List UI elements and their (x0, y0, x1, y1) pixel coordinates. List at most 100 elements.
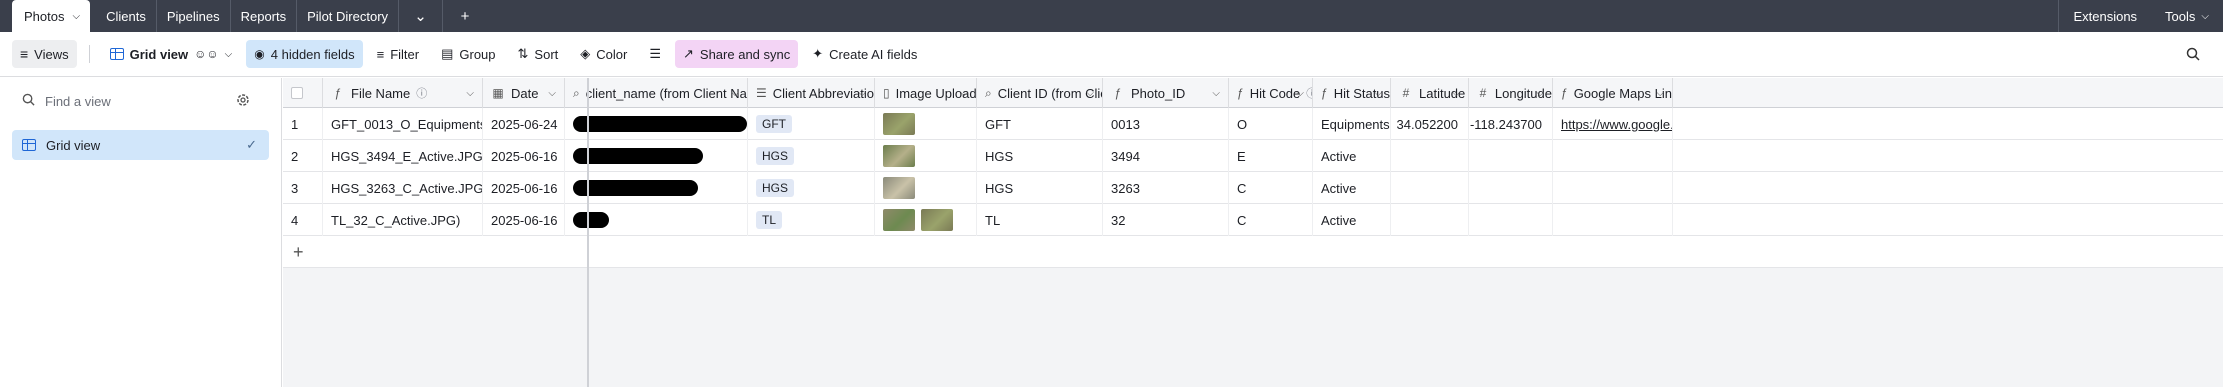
client-name-cell[interactable] (565, 140, 748, 172)
column-header[interactable]: ▦ Date ⌵ (483, 78, 565, 108)
google-maps-link-cell[interactable]: https://www.google.c (1553, 108, 1673, 140)
client-name-cell[interactable] (565, 108, 748, 140)
chevron-down-icon[interactable]: ⌵ (1212, 88, 1220, 99)
search-icon[interactable] (2183, 44, 2203, 64)
column-header[interactable]: ▯Image Uploadⓘ⌵ (875, 78, 977, 108)
sort-button[interactable]: ⇅ Sort (510, 40, 567, 68)
hit-status-cell[interactable]: Active (1313, 204, 1391, 236)
client-name-cell[interactable] (565, 204, 748, 236)
hit-status-cell[interactable]: Equipments (1313, 108, 1391, 140)
row-number-cell[interactable]: 4 (283, 204, 323, 236)
tab-pilot-directory[interactable]: Pilot Directory (297, 0, 400, 32)
column-header[interactable]: ƒ Google Maps Link ⌵ (1553, 78, 1673, 108)
row-number-cell[interactable]: 1 (283, 108, 323, 140)
client-id-cell[interactable]: TL (977, 204, 1103, 236)
table-row[interactable]: 1 GFT_0013_O_EquipmentsJPG) 2025-06-24 GFT G… (283, 108, 2223, 140)
longitude-cell[interactable] (1469, 140, 1553, 172)
more-tables-chevron-icon[interactable]: ⌄ (399, 0, 444, 32)
image-thumbnail[interactable] (921, 209, 953, 231)
view-switcher-button[interactable]: Grid view ☺☺ ⌵ (102, 40, 241, 68)
chevron-down-icon[interactable]: ⌵ (1086, 88, 1094, 99)
longitude-cell[interactable] (1469, 172, 1553, 204)
chevron-down-icon[interactable]: ⌵ (1656, 88, 1664, 99)
chevron-down-icon[interactable]: ⌵ (1374, 88, 1382, 99)
image-thumbnail[interactable] (883, 113, 915, 135)
column-header[interactable]: # Latitude ⌵ (1391, 78, 1469, 108)
select-all-checkbox[interactable] (283, 78, 323, 108)
sidebar-view-grid[interactable]: Grid view ✓ (12, 130, 269, 160)
table-row[interactable]: 2 HGS_3494_E_Active.JPG) 2025-06-16 HGS HGS 3… (283, 140, 2223, 172)
photo-id-cell[interactable]: 3263 (1103, 172, 1229, 204)
client-abbreviation-cell[interactable]: TL (748, 204, 875, 236)
column-header[interactable]: # Longitude ⌵ (1469, 78, 1553, 108)
chevron-down-icon[interactable]: ⌵ (1452, 88, 1460, 99)
chevron-down-icon[interactable]: ⌵ (858, 88, 866, 99)
tools-button[interactable]: Tools ⌵ (2151, 0, 2223, 32)
column-header[interactable]: ƒ File Name ⓘ ⌵ (323, 78, 483, 108)
chevron-down-icon[interactable]: ⌵ (466, 88, 474, 99)
file-name-cell[interactable]: GFT_0013_O_EquipmentsJPG) (323, 108, 483, 140)
chevron-down-icon[interactable]: ⌵ (72, 11, 80, 22)
longitude-cell[interactable] (1469, 204, 1553, 236)
google-maps-link-cell[interactable] (1553, 204, 1673, 236)
row-number-cell[interactable]: 2 (283, 140, 323, 172)
image-upload-cell[interactable] (875, 108, 977, 140)
filter-button[interactable]: ≡ Filter (369, 40, 427, 68)
checkbox[interactable] (291, 87, 303, 99)
views-button[interactable]: ≡ Views (12, 40, 77, 68)
image-upload-cell[interactable] (875, 140, 977, 172)
latitude-cell[interactable] (1391, 140, 1469, 172)
find-view-field[interactable]: Find a view (22, 88, 262, 114)
google-maps-link-cell[interactable] (1553, 140, 1673, 172)
longitude-cell[interactable]: -118.243700 (1469, 108, 1553, 140)
hit-code-cell[interactable]: C (1229, 204, 1313, 236)
date-cell[interactable]: 2025-06-24 (483, 108, 565, 140)
hit-code-cell[interactable]: O (1229, 108, 1313, 140)
client-id-cell[interactable]: HGS (977, 140, 1103, 172)
photo-id-cell[interactable]: 32 (1103, 204, 1229, 236)
latitude-cell[interactable] (1391, 172, 1469, 204)
color-button[interactable]: ◈ Color (572, 40, 635, 68)
add-record-row[interactable]: + (283, 236, 2223, 268)
add-table-icon[interactable]: + (443, 0, 487, 32)
info-icon[interactable]: ⓘ (416, 85, 427, 101)
column-header[interactable]: ☰Client Abbreviationⓘ⌵ (748, 78, 875, 108)
image-thumbnail[interactable] (883, 177, 915, 199)
client-abbreviation-cell[interactable]: HGS (748, 172, 875, 204)
gear-icon[interactable] (235, 92, 251, 108)
chevron-down-icon[interactable]: ⌵ (731, 88, 739, 99)
chevron-down-icon[interactable]: ⌵ (548, 88, 556, 99)
column-header[interactable]: ƒ Hit Code ⓘ⌵ (1229, 78, 1313, 108)
image-upload-cell[interactable] (875, 172, 977, 204)
client-id-cell[interactable]: GFT (977, 108, 1103, 140)
google-maps-link[interactable]: https://www.google.c (1561, 117, 1672, 132)
extensions-button[interactable]: Extensions (2059, 0, 2151, 32)
image-thumbnail[interactable] (883, 209, 915, 231)
create-ai-fields-button[interactable]: ✦ Create AI fields (804, 40, 925, 68)
latitude-cell[interactable] (1391, 204, 1469, 236)
column-header[interactable]: ƒ Photo_ID ⌵ (1103, 78, 1229, 108)
client-id-cell[interactable]: HGS (977, 172, 1103, 204)
chevron-down-icon[interactable]: ⌵ (1536, 88, 1544, 99)
row-height-button[interactable]: ☰ (641, 40, 669, 68)
tab-pipelines[interactable]: Pipelines (157, 0, 231, 32)
client-name-cell[interactable] (565, 172, 748, 204)
column-header[interactable]: ⌕client_name (from Client Name) 2ⓘ⌵ (565, 78, 748, 108)
file-name-cell[interactable]: HGS_3494_E_Active.JPG) (323, 140, 483, 172)
date-cell[interactable]: 2025-06-16 (483, 140, 565, 172)
column-header[interactable]: ƒHit Statusⓘ⌵ (1313, 78, 1391, 108)
image-upload-cell[interactable] (875, 204, 977, 236)
hit-code-cell[interactable]: C (1229, 172, 1313, 204)
share-and-sync-button[interactable]: ↗ Share and sync (675, 40, 799, 68)
chevron-down-icon[interactable]: ⌵ (960, 88, 968, 99)
column-header[interactable]: ⌕Client ID (from Client...ⓘ⌵ (977, 78, 1103, 108)
client-abbreviation-cell[interactable]: HGS (748, 140, 875, 172)
photo-id-cell[interactable]: 0013 (1103, 108, 1229, 140)
group-button[interactable]: ▤ Group (433, 40, 503, 68)
client-abbreviation-cell[interactable]: GFT (748, 108, 875, 140)
add-record-icon[interactable]: + (293, 242, 304, 263)
table-row[interactable]: 4 TL_32_C_Active.JPG) 2025-06-16 TL TL 32 C Act… (283, 204, 2223, 236)
hit-code-cell[interactable]: E (1229, 140, 1313, 172)
hit-status-cell[interactable]: Active (1313, 140, 1391, 172)
photo-id-cell[interactable]: 3494 (1103, 140, 1229, 172)
